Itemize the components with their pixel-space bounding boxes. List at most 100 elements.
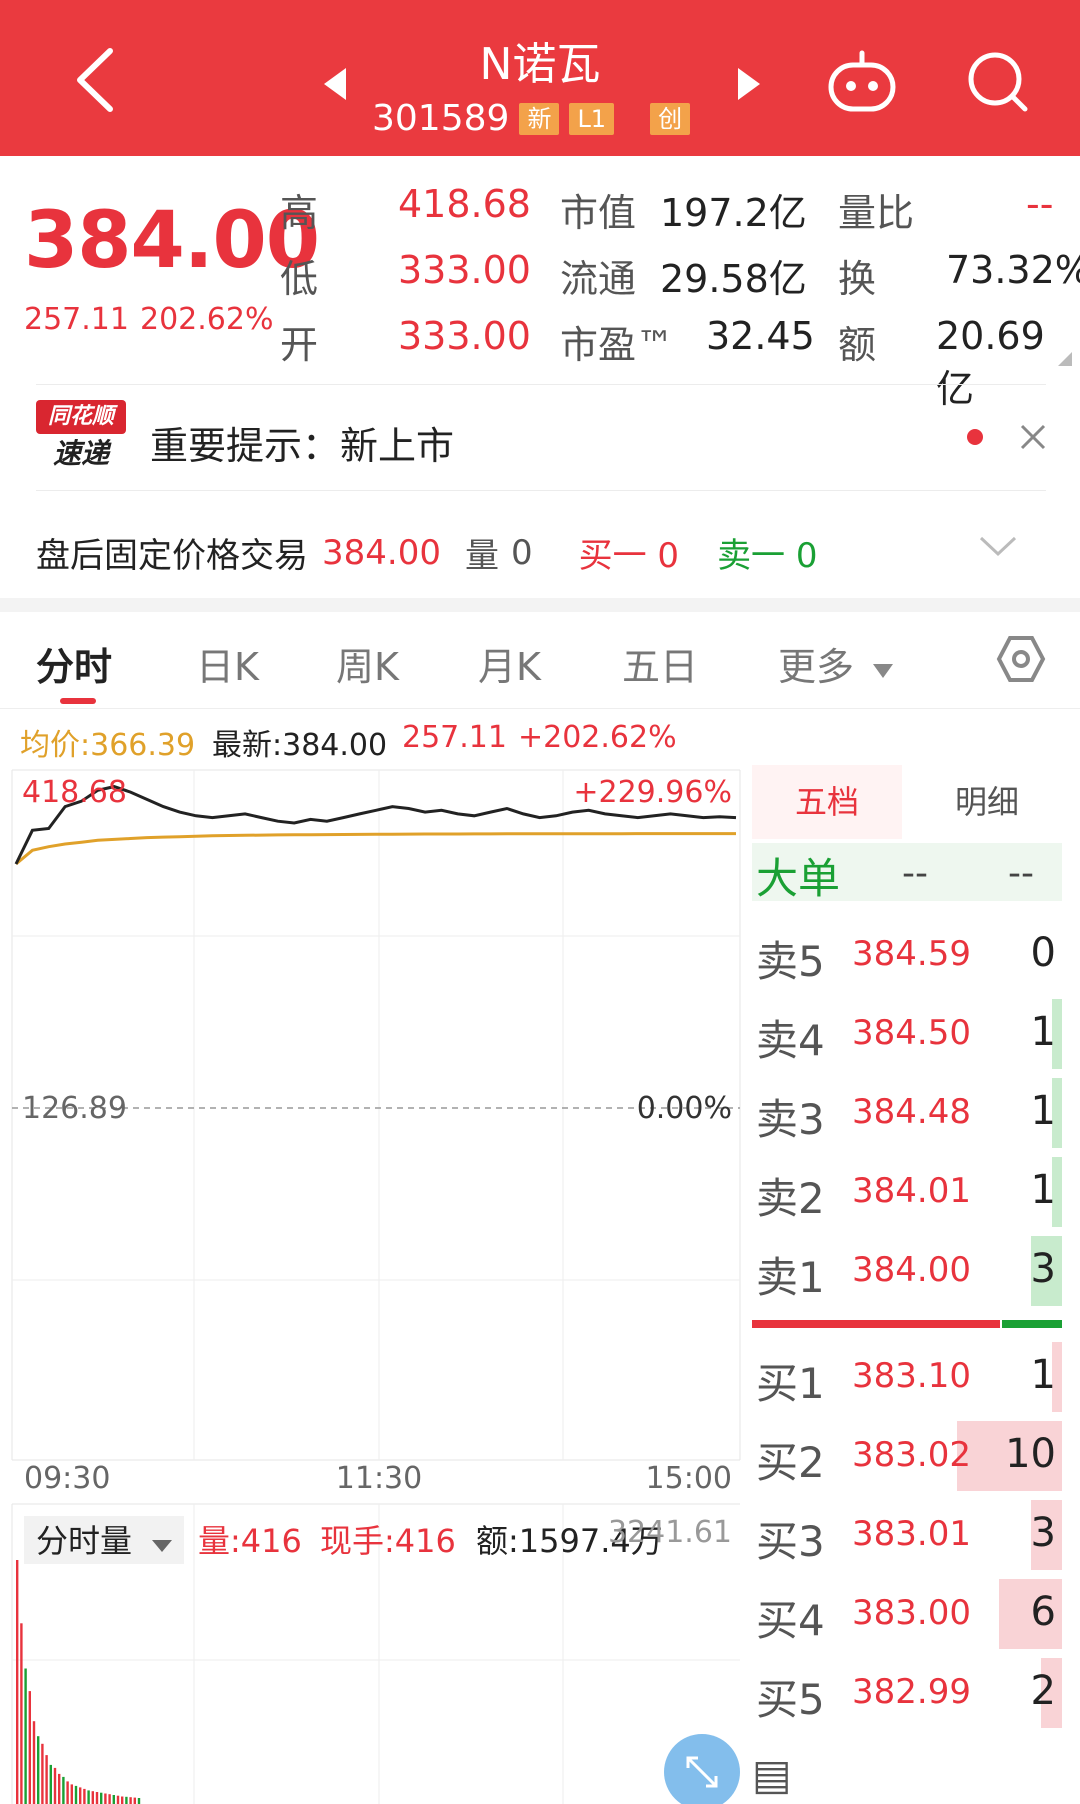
open-label: 开 <box>280 323 319 367</box>
buy-level-volume: 6 <box>1030 1589 1056 1635</box>
buy-level-row[interactable]: 买4 383.00 6 <box>752 1575 1062 1653</box>
x-tick-label: 15:00 <box>646 1461 732 1496</box>
ths-express-logo: 同花顺 速递 <box>36 400 126 474</box>
tab-intraday[interactable]: 分时 <box>36 636 112 691</box>
divider <box>36 384 1046 385</box>
tab-weekly-k[interactable]: 周K <box>336 636 399 691</box>
sell-level-price: 384.48 <box>852 1092 971 1132</box>
fullscreen-button[interactable] <box>664 1734 740 1804</box>
after-hours-row[interactable]: 盘后固定价格交易 384.00 量 0 买一 0 卖一 0 <box>36 528 818 577</box>
sell-ratio-bar <box>752 1320 1000 1328</box>
buy-level-row[interactable]: 买1 383.10 1 <box>752 1338 1062 1416</box>
latest-price: 最新:384.00 <box>212 728 388 763</box>
buy-level-price: 383.01 <box>852 1514 971 1554</box>
volume-bar <box>58 1773 61 1804</box>
chevron-left-icon <box>77 48 113 112</box>
tab-monthly-k[interactable]: 月K <box>478 636 541 691</box>
big-order-value-a: -- <box>902 853 928 894</box>
volume-bar <box>137 1798 141 1804</box>
new-tag: 新 <box>519 102 560 135</box>
tab-five-day[interactable]: 五日 <box>622 636 698 691</box>
high-value: 418.68 <box>398 182 531 226</box>
search-icon <box>968 52 1028 112</box>
search-button[interactable] <box>958 42 1038 122</box>
pct-base-label: 0.00% <box>637 1091 732 1126</box>
after-hours-sell1: 卖一 0 <box>717 536 818 576</box>
price-change: 257.11 <box>24 302 129 337</box>
buy-level-volume: 2 <box>1030 1668 1056 1714</box>
volume-bar <box>133 1797 136 1804</box>
sell-level-row[interactable]: 卖2 384.01 1 <box>752 1153 1062 1231</box>
turnover-value: 73.32% <box>946 248 1080 292</box>
x-tick-label: 09:30 <box>24 1461 110 1496</box>
chart-settings-button[interactable] <box>996 634 1046 684</box>
sell-level-price: 384.01 <box>852 1171 971 1211</box>
buy-level-label: 买3 <box>756 1517 825 1566</box>
volume-bar <box>83 1788 86 1804</box>
close-icon[interactable] <box>1018 422 1048 452</box>
after-hours-vol-label: 量 <box>464 536 499 576</box>
divider <box>36 490 1046 491</box>
volume-bar <box>49 1764 52 1804</box>
volume-bar <box>53 1767 57 1804</box>
chart-grid <box>11 769 741 1804</box>
intraday-chart[interactable]: 418.68 +229.96% 126.89 0.00% 09:30 11:30… <box>0 760 745 1804</box>
tab-five-level[interactable]: 五档 <box>752 765 902 839</box>
sell-level-price: 384.00 <box>852 1250 971 1290</box>
buy-level-volume: 3 <box>1030 1510 1056 1556</box>
chevron-down-icon[interactable] <box>978 534 1018 558</box>
unread-dot-icon <box>967 429 983 445</box>
volume-selector-label: 分时量 <box>36 1522 132 1560</box>
robot-icon <box>828 50 896 112</box>
after-hours-label: 盘后固定价格交易 <box>36 536 308 576</box>
volume-bar <box>74 1785 78 1804</box>
volume-ratio-label: 量比 <box>838 191 915 235</box>
buy-level-row[interactable]: 买3 383.01 3 <box>752 1496 1062 1574</box>
buy-level-volume: 10 <box>1005 1431 1056 1477</box>
next-stock-button[interactable] <box>732 62 766 106</box>
buy-level-row[interactable]: 买2 383.02 10 <box>752 1417 1062 1495</box>
expand-corner-icon[interactable] <box>1058 352 1072 366</box>
divider <box>0 708 1080 709</box>
low-label: 低 <box>280 257 319 301</box>
sell-level-label: 卖2 <box>756 1174 825 1223</box>
robot-assistant-button[interactable] <box>822 42 902 122</box>
sell-level-row[interactable]: 卖5 384.59 0 <box>752 916 1062 994</box>
sell-level-row[interactable]: 卖3 384.48 1 <box>752 1074 1062 1152</box>
volume-bar <box>116 1795 120 1804</box>
volume-bar <box>28 1691 31 1804</box>
tab-detail[interactable]: 明细 <box>912 765 1062 839</box>
triangle-right-icon <box>738 68 760 100</box>
pct-high-label: +229.96% <box>573 775 732 810</box>
after-hours-price: 384.00 <box>322 532 441 573</box>
sell-level-volume: 1 <box>1030 1167 1056 1213</box>
open-value: 333.00 <box>398 314 531 358</box>
volume-bar <box>129 1797 132 1804</box>
buy-level-price: 382.99 <box>852 1672 971 1712</box>
buy-level-row[interactable]: 买5 382.99 2 <box>752 1654 1062 1732</box>
sell-level-row[interactable]: 卖4 384.50 1 <box>752 995 1062 1073</box>
volume-bar <box>16 1560 19 1804</box>
sell-level-row[interactable]: 卖1 384.00 3 <box>752 1232 1062 1310</box>
tab-daily-k[interactable]: 日K <box>196 636 259 691</box>
avg-price-line <box>15 832 736 866</box>
tab-more[interactable]: 更多 <box>778 636 894 691</box>
section-gap <box>0 598 1080 612</box>
buy-level-price: 383.00 <box>852 1593 971 1633</box>
float-cap-value: 29.58亿 <box>660 257 807 301</box>
volume-bar <box>45 1755 48 1804</box>
caret-down-icon <box>873 664 894 678</box>
back-button[interactable] <box>60 40 130 120</box>
volume-bar <box>121 1796 124 1804</box>
notice-text[interactable]: 重要提示：新上市 <box>150 415 454 470</box>
volume-bar <box>66 1781 69 1804</box>
volume-bar <box>95 1792 99 1804</box>
stock-code: 301589 <box>372 98 510 139</box>
after-hours-vol: 0 <box>510 532 533 573</box>
float-cap-label: 流通 <box>560 257 637 301</box>
big-order-value-b: -- <box>1008 853 1034 894</box>
info-change: 257.11 <box>402 720 507 755</box>
high-label: 高 <box>280 191 319 235</box>
volume-bar <box>41 1743 44 1804</box>
big-order-row: 大单 -- -- <box>752 843 1062 903</box>
